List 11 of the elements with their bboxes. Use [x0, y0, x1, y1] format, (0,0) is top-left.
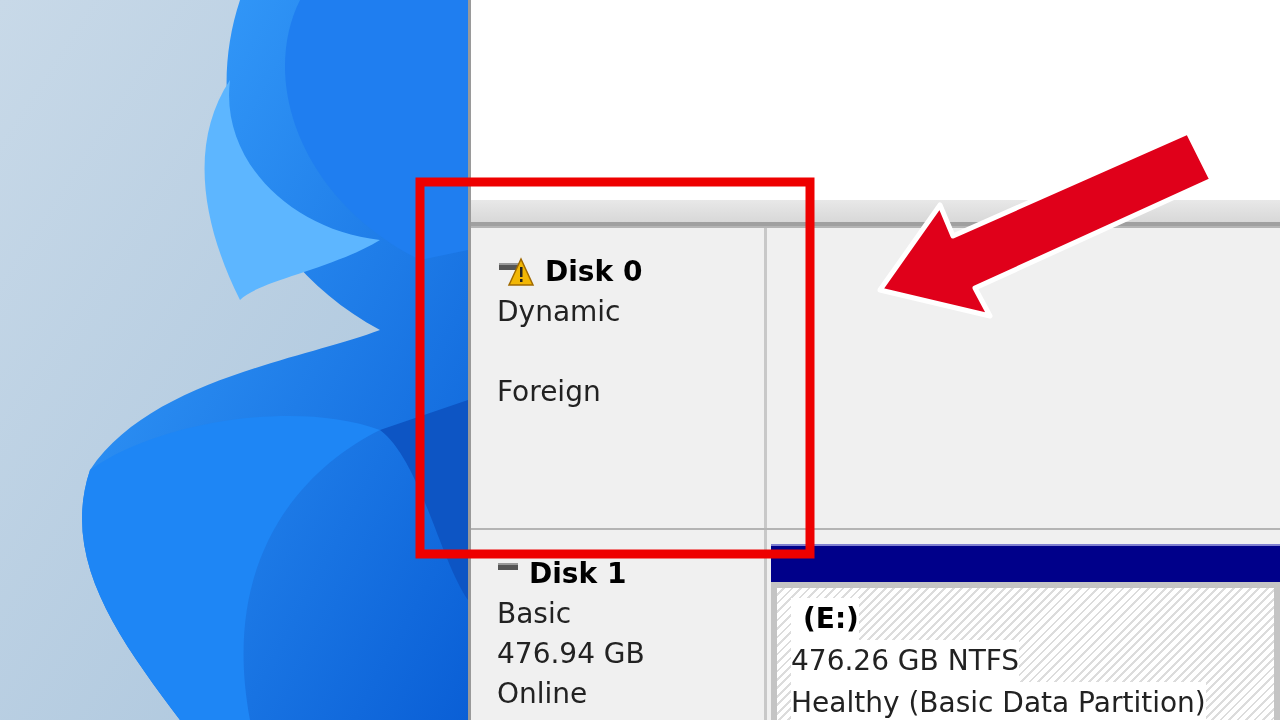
disk-status: Online: [497, 676, 588, 712]
partition-label: (E:): [791, 598, 859, 640]
disk-type: Basic: [497, 596, 572, 632]
partition-status: Healthy (Basic Data Partition): [791, 682, 1206, 720]
partition-size: 476.26 GB NTFS: [791, 640, 1020, 682]
disk-name: Disk 0: [545, 254, 643, 290]
disk-size: 476.94 GB: [497, 636, 645, 672]
disk-type: Dynamic: [497, 294, 621, 330]
disk-name: Disk 1: [529, 556, 627, 592]
disk-status: Foreign: [497, 374, 601, 410]
partition-block[interactable]: (E:) 476.26 GB NTFS Healthy (Basic Data Partition): [771, 582, 1280, 720]
